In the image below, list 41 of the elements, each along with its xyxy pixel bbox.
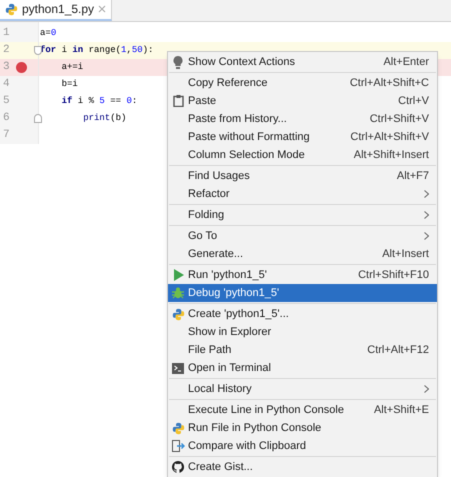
menu-item[interactable]: Generate... Alt+Insert [168,245,437,263]
menu-item[interactable]: Create Gist... [168,458,437,476]
code-line: a=0 [40,26,56,40]
fold-marker-icon[interactable] [34,46,42,55]
menu-item[interactable]: Column Selection Mode Alt+Shift+Insert [168,146,437,164]
menu-item[interactable]: Compare with Clipboard [168,437,437,455]
menu-item[interactable]: Copy Reference Ctrl+Alt+Shift+C [168,74,437,92]
menu-item[interactable]: Debug 'python1_5' [168,284,437,302]
menu-item[interactable]: Find Usages Alt+F7 [168,167,437,185]
menu-item[interactable]: Show in Explorer [168,323,437,341]
line-number: 2 [2,43,11,58]
editor-tab[interactable]: python1_5.py [0,0,112,21]
python-icon [5,2,18,16]
line-number: 7 [2,128,11,144]
line-number: 1 [2,26,11,42]
fold-marker-icon[interactable] [34,114,42,123]
menu-item[interactable]: Paste without Formatting Ctrl+Alt+Shift+V [168,128,437,146]
menu-item[interactable]: Paste from History... Ctrl+Shift+V [168,110,437,128]
code-line: if i % 5 == 0: [60,94,138,108]
line-number: 3 [2,60,11,76]
menu-item[interactable]: Refactor [168,185,437,203]
line-number: 5 [2,94,11,110]
menu-item[interactable]: Execute Line in Python Console Alt+Shift+E [168,401,437,419]
code-line: b=i [60,78,78,91]
menu-item[interactable]: Folding [168,206,437,224]
menu-item[interactable]: File Path Ctrl+Alt+F12 [168,341,437,359]
menu-item[interactable]: Run File in Python Console [168,419,437,437]
code-line: a+=i [60,60,84,74]
menu-item[interactable]: Show Context Actions Alt+Enter [168,53,437,71]
code-line: print(b) [82,112,126,125]
menu-item[interactable]: Paste Ctrl+V [168,92,437,110]
menu-item[interactable]: Create 'python1_5'... [168,305,437,323]
breakpoint-icon[interactable] [16,62,27,73]
tab-label: python1_5.py [22,1,94,18]
menu-item[interactable]: Go To [168,227,437,245]
close-icon[interactable] [98,5,106,13]
menu-item[interactable]: Run 'python1_5' Ctrl+Shift+F10 [168,266,437,284]
line-number: 4 [2,77,11,92]
menu-item[interactable]: Local History [168,380,437,398]
menu-item[interactable]: Open in Terminal [168,359,437,377]
line-number: 6 [2,111,11,126]
